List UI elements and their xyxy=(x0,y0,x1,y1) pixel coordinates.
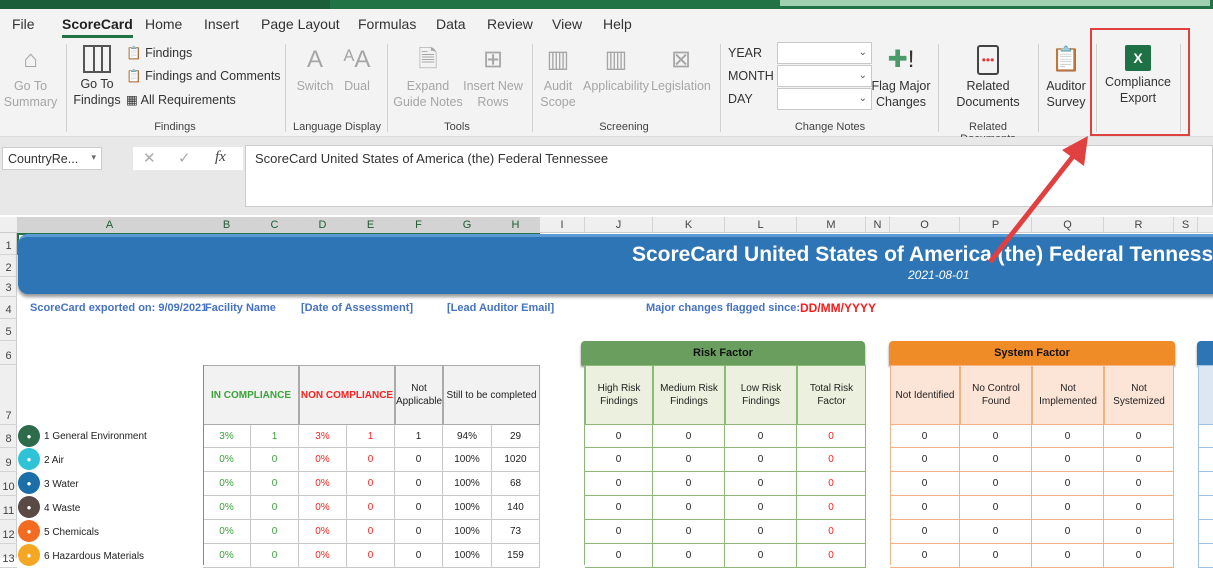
annotation-arrow xyxy=(988,136,1088,264)
